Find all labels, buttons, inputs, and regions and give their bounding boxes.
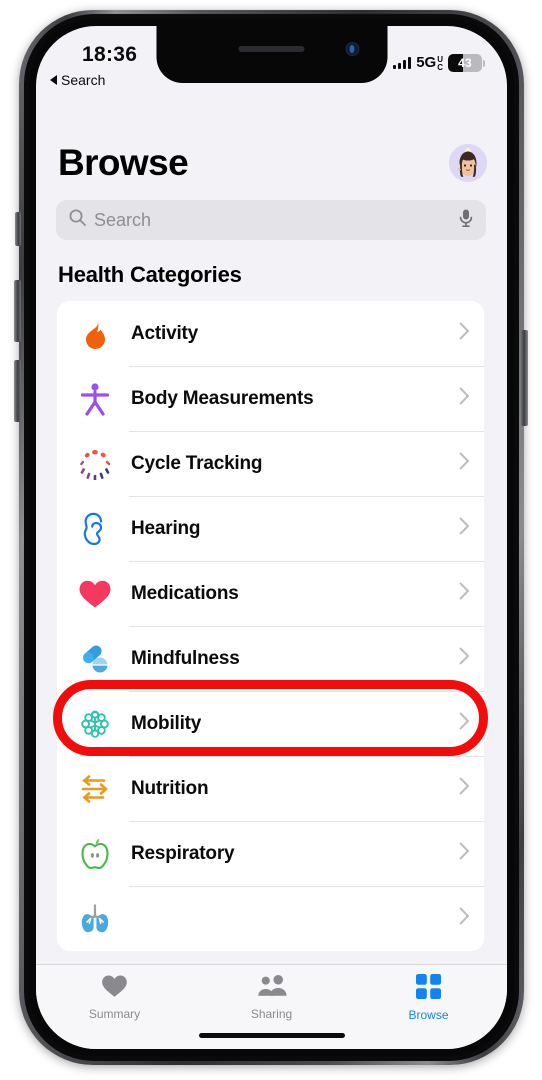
- chevron-right-icon: [459, 777, 470, 800]
- notch: [156, 26, 387, 83]
- arrows-icon: [75, 769, 115, 809]
- category-row-nutrition[interactable]: Respiratory: [57, 821, 484, 886]
- avatar-image: [449, 144, 487, 182]
- tab-label: Sharing: [250, 1007, 293, 1021]
- category-label: Nutrition: [131, 777, 209, 799]
- search-field[interactable]: Search: [56, 200, 486, 240]
- heart-icon: [101, 974, 128, 1003]
- people-icon: [256, 974, 288, 1003]
- heart-icon: [75, 574, 115, 614]
- tab-browse[interactable]: Browse: [350, 965, 507, 1049]
- status-time: 18:36: [82, 43, 138, 66]
- phone-screen: 18:36 5G U C 43 Search Browse Search Hea…: [36, 26, 507, 1049]
- lungs-icon: [75, 899, 115, 939]
- chevron-right-icon: [459, 842, 470, 865]
- category-row-mobility[interactable]: Nutrition: [57, 756, 484, 821]
- network-type-text: 5G: [416, 54, 437, 71]
- chevron-right-icon: [459, 582, 470, 605]
- tab-label: Summary: [88, 1007, 141, 1021]
- category-label: Cycle Tracking: [131, 452, 263, 474]
- category-label: Respiratory: [131, 842, 235, 864]
- ear-icon: [75, 509, 115, 549]
- section-heading: Health Categories: [58, 262, 242, 287]
- microphone-icon[interactable]: [458, 208, 474, 233]
- chevron-right-icon: [459, 322, 470, 345]
- home-indicator[interactable]: [198, 1033, 345, 1038]
- earpiece-speaker: [238, 46, 305, 52]
- screenshot-root: 18:36 5G U C 43 Search Browse Search Hea…: [0, 0, 542, 1080]
- grid-squares-icon: [416, 974, 441, 1004]
- chevron-right-icon: [459, 647, 470, 670]
- front-camera-icon: [345, 42, 359, 56]
- category-row-cycle-tracking[interactable]: Cycle Tracking: [57, 431, 484, 496]
- category-row-body-measurements[interactable]: Body Measurements: [57, 366, 484, 431]
- tab-label: Browse: [408, 1008, 449, 1022]
- category-row-medications[interactable]: Mindfulness: [57, 626, 484, 691]
- memoji-avatar[interactable]: [449, 144, 487, 182]
- battery-cap: [483, 59, 485, 67]
- category-label: Mobility: [131, 712, 202, 734]
- chevron-right-icon: [459, 907, 470, 930]
- header-row: Browse: [58, 142, 487, 184]
- health-categories-list: Activity Body Measurements Cycle Trackin…: [57, 301, 484, 951]
- apple-icon: [75, 834, 115, 874]
- chevron-right-icon: [459, 452, 470, 475]
- category-row-mindfulness[interactable]: Mobility: [57, 691, 484, 756]
- category-row-respiratory[interactable]: [57, 886, 484, 951]
- category-label: Hearing: [131, 517, 201, 539]
- back-caret-icon: [50, 75, 57, 85]
- category-label: Activity: [131, 322, 199, 344]
- chevron-right-icon: [459, 517, 470, 540]
- status-indicators: 5G U C 43: [393, 54, 485, 72]
- category-label: Medications: [131, 582, 239, 604]
- power-button[interactable]: [521, 330, 528, 426]
- chevron-right-icon: [459, 712, 470, 735]
- chevron-right-icon: [459, 387, 470, 410]
- cycle-dots-icon: [75, 444, 115, 484]
- battery-icon: 43: [448, 54, 482, 72]
- category-row-activity[interactable]: Activity: [57, 301, 484, 366]
- body-figure-icon: [75, 379, 115, 419]
- mute-switch[interactable]: [15, 212, 21, 246]
- brain-icon: [75, 704, 115, 744]
- search-input[interactable]: Search: [94, 210, 458, 231]
- page-title: Browse: [58, 142, 189, 183]
- cellular-signal-icon: [393, 57, 412, 69]
- pills-icon: [75, 639, 115, 679]
- battery-indicator: 43: [448, 54, 485, 72]
- back-link-label: Search: [61, 72, 106, 88]
- battery-percent-label: 43: [458, 56, 472, 70]
- category-row-hearing[interactable]: Hearing: [57, 496, 484, 561]
- network-type-label: 5G U C: [416, 54, 443, 72]
- browse-content: Browse Search Health Categories Activity…: [36, 84, 507, 964]
- category-label: Body Measurements: [131, 387, 314, 409]
- flame-icon: [75, 314, 115, 354]
- network-sub-bottom: C: [437, 63, 443, 72]
- tab-summary[interactable]: Summary: [36, 965, 193, 1049]
- back-to-search-link[interactable]: Search: [50, 72, 105, 88]
- search-icon: [68, 208, 87, 232]
- volume-up-button[interactable]: [14, 280, 21, 342]
- category-label: Mindfulness: [131, 647, 240, 669]
- category-row-heart[interactable]: Medications: [57, 561, 484, 626]
- volume-down-button[interactable]: [14, 360, 21, 422]
